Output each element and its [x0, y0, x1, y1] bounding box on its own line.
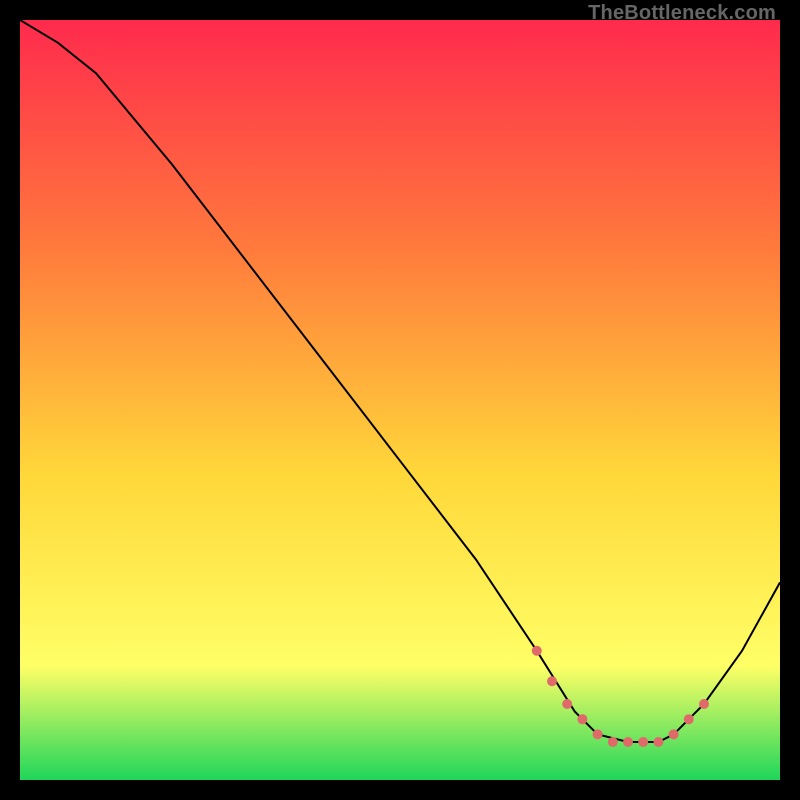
chart-canvas [20, 20, 780, 780]
highlight-dot [669, 729, 679, 739]
highlight-dot [547, 676, 557, 686]
highlight-dot [638, 737, 648, 747]
highlight-dot [562, 699, 572, 709]
highlight-dot [593, 729, 603, 739]
watermark-text: TheBottleneck.com [588, 2, 776, 25]
highlight-dot [608, 737, 618, 747]
highlight-dot [577, 714, 587, 724]
highlight-dot [623, 737, 633, 747]
gradient-background [20, 20, 780, 780]
highlight-dot [532, 646, 542, 656]
highlight-dot [699, 699, 709, 709]
highlight-dot [684, 714, 694, 724]
chart-frame [20, 20, 780, 780]
highlight-dot [653, 737, 663, 747]
